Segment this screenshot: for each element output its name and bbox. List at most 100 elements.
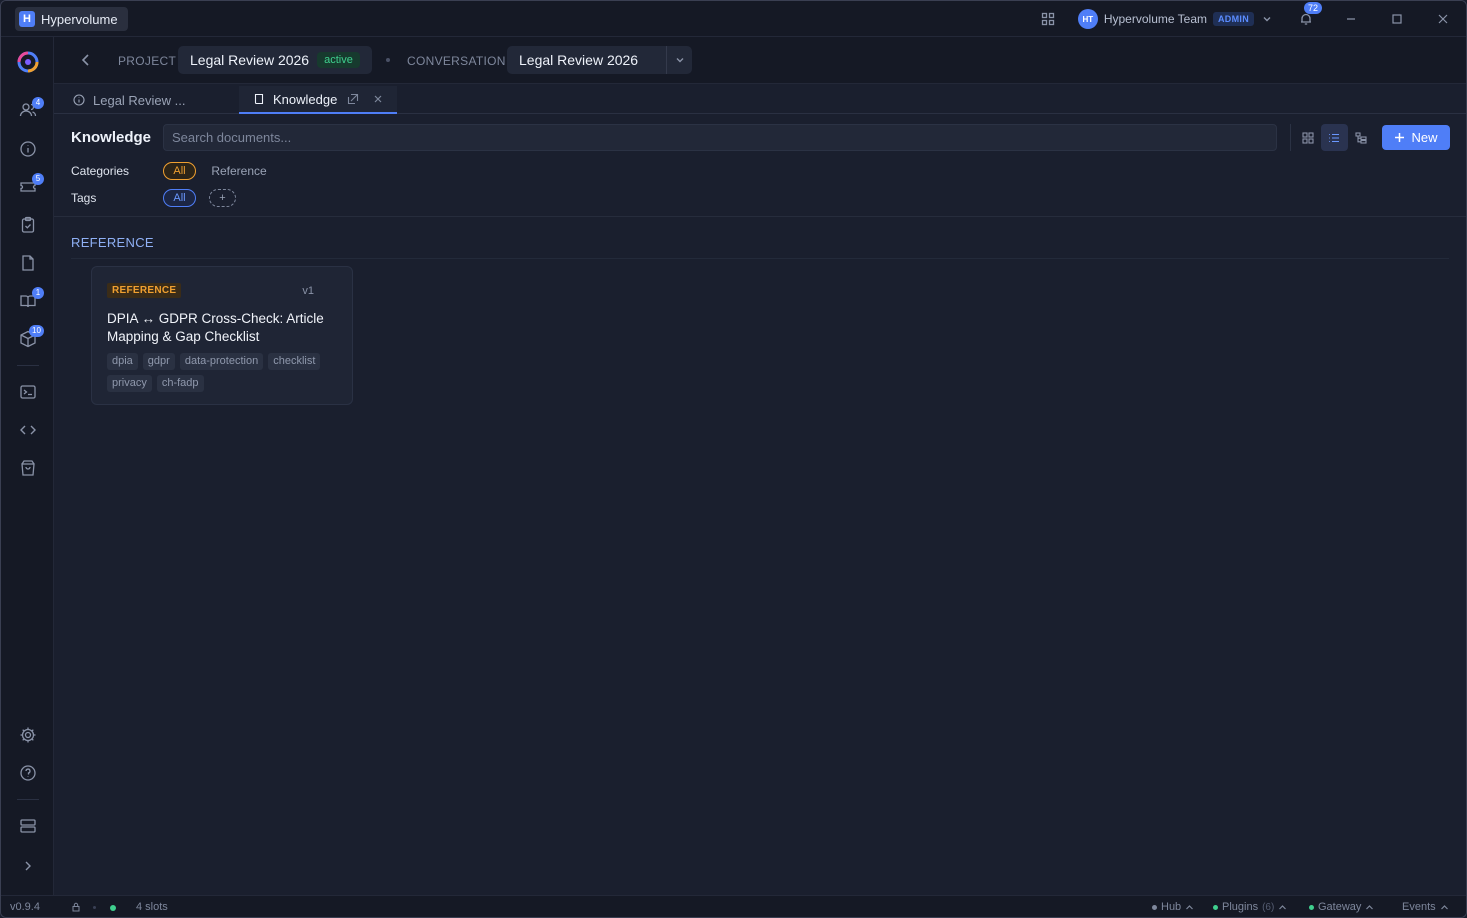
info-icon[interactable] xyxy=(16,137,40,161)
chevron-down-icon xyxy=(1260,9,1274,29)
status-badge: active xyxy=(317,52,360,68)
tree-view-icon[interactable] xyxy=(1348,124,1374,151)
connection-status-dot xyxy=(110,905,116,911)
events-label: Events xyxy=(1402,901,1436,913)
tag-filter-all[interactable]: All xyxy=(163,189,196,207)
category-filter-all[interactable]: All xyxy=(163,162,196,180)
plugins-status-button[interactable]: Plugins (6) xyxy=(1213,901,1287,913)
tab-label: Knowledge xyxy=(273,91,338,107)
role-badge: ADMIN xyxy=(1213,12,1254,26)
rail-divider xyxy=(17,799,39,800)
document-card[interactable]: REFERENCE v1 DPIA ↔ GDPR Cross-Check: Ar… xyxy=(91,266,353,405)
view-mode-switcher xyxy=(1290,124,1374,151)
title-bar: H Hypervolume HT Hypervolume Team ADMIN … xyxy=(1,1,1466,37)
conversation-name: Legal Review 2026 xyxy=(519,52,639,68)
tag[interactable]: data-protection xyxy=(179,353,264,370)
clipboard-check-icon[interactable] xyxy=(16,213,40,237)
version-label: v0.9.4 xyxy=(10,901,40,913)
tab-legal-review[interactable]: Legal Review ... xyxy=(62,86,239,114)
breadcrumb-separator xyxy=(386,58,390,62)
chevron-up-icon xyxy=(1440,903,1449,912)
notifications-button[interactable]: 72 xyxy=(1296,2,1323,29)
version-label: v1 xyxy=(302,285,314,297)
tag-list: dpia gdpr data-protection checklist priv… xyxy=(107,353,347,392)
back-arrow-icon[interactable] xyxy=(76,50,96,70)
breadcrumb: PROJECT Legal Review 2026 active CONVERS… xyxy=(54,37,1466,84)
events-button[interactable]: Events xyxy=(1402,901,1449,913)
hub-status-button[interactable]: Hub xyxy=(1152,901,1194,913)
pop-out-icon[interactable] xyxy=(347,93,359,105)
conversation-selector[interactable]: Legal Review 2026 xyxy=(507,46,693,74)
grid-view-icon[interactable] xyxy=(1295,124,1321,151)
gateway-label: Gateway xyxy=(1318,901,1362,913)
chevron-up-icon xyxy=(1365,903,1374,912)
app-window: H Hypervolume HT Hypervolume Team ADMIN … xyxy=(0,0,1467,918)
notification-count-badge: 72 xyxy=(1304,2,1323,14)
search-input[interactable] xyxy=(163,124,1277,151)
tag[interactable]: dpia xyxy=(107,353,138,370)
lock-icon[interactable] xyxy=(71,902,81,912)
settings-gear-icon[interactable] xyxy=(16,723,40,747)
close-window-button[interactable] xyxy=(1420,1,1466,37)
team-name: Hypervolume Team xyxy=(1103,12,1207,26)
project-name: Legal Review 2026 xyxy=(190,52,310,68)
category-filter-reference[interactable]: Reference xyxy=(211,162,267,180)
tag[interactable]: gdpr xyxy=(142,353,175,370)
project-selector[interactable]: Legal Review 2026 active xyxy=(178,46,372,74)
server-icon[interactable] xyxy=(16,814,40,838)
plugins-label: Plugins xyxy=(1222,901,1259,913)
conversation-label: CONVERSATION xyxy=(407,54,506,68)
close-tab-icon[interactable] xyxy=(373,94,383,104)
grid-apps-icon[interactable] xyxy=(1038,9,1058,29)
chevron-down-icon[interactable] xyxy=(666,46,692,74)
info-icon xyxy=(73,94,85,106)
plugins-count: (6) xyxy=(1262,901,1275,913)
expand-rail-icon[interactable] xyxy=(16,854,40,878)
help-icon[interactable] xyxy=(16,761,40,785)
app-switcher[interactable]: H Hypervolume xyxy=(15,7,128,31)
tab-label: Legal Review ... xyxy=(93,92,186,108)
tab-knowledge[interactable]: Knowledge xyxy=(239,86,397,114)
store-bag-icon[interactable] xyxy=(16,456,40,480)
book-icon xyxy=(253,93,265,105)
tag[interactable]: checklist xyxy=(268,353,321,370)
document-title: DPIA ↔ GDPR Cross-Check: Article Mapping… xyxy=(107,311,324,344)
knowledge-badge: 1 xyxy=(32,287,44,299)
team-selector[interactable]: HT Hypervolume Team ADMIN xyxy=(1077,9,1274,29)
packages-badge: 10 xyxy=(29,325,44,337)
category-badge: REFERENCE xyxy=(107,283,182,298)
code-icon[interactable] xyxy=(16,418,40,442)
project-label: PROJECT xyxy=(118,54,177,68)
categories-label: Categories xyxy=(71,164,130,178)
new-document-button[interactable]: New xyxy=(1382,125,1450,150)
tag[interactable]: ch-fadp xyxy=(156,375,204,392)
page-title: Knowledge xyxy=(71,129,152,146)
hub-label: Hub xyxy=(1161,901,1182,913)
separator-dot xyxy=(93,906,96,909)
chevron-up-icon xyxy=(1278,903,1287,912)
maximize-button[interactable] xyxy=(1374,1,1420,37)
terminal-icon[interactable] xyxy=(16,380,40,404)
document-icon[interactable] xyxy=(16,251,40,275)
left-rail: 4 5 1 10 xyxy=(1,37,54,895)
members-badge: 4 xyxy=(32,97,44,109)
avatar: HT xyxy=(1077,9,1098,29)
status-bar: v0.9.4 4 slots Hub Plugins (6) Gateway E… xyxy=(1,895,1466,917)
section-heading: REFERENCE xyxy=(71,235,154,250)
hub-status-dot xyxy=(1152,904,1157,910)
tab-strip: Legal Review ... Knowledge xyxy=(54,84,1466,114)
tag[interactable]: privacy xyxy=(107,375,152,392)
add-tag-button[interactable]: + xyxy=(209,189,236,207)
tags-label: Tags xyxy=(71,191,97,205)
gateway-status-dot xyxy=(1309,904,1314,910)
gateway-status-button[interactable]: Gateway xyxy=(1309,901,1374,913)
app-logo: H xyxy=(19,11,35,27)
tickets-badge: 5 xyxy=(32,173,44,185)
list-view-icon[interactable] xyxy=(1321,124,1348,151)
brand-logo-icon[interactable] xyxy=(14,48,42,76)
new-button-label: New xyxy=(1411,130,1438,145)
minimize-button[interactable] xyxy=(1328,1,1374,37)
plugins-status-dot xyxy=(1213,904,1218,910)
chevron-up-icon xyxy=(1185,903,1194,912)
plus-icon xyxy=(1394,132,1405,143)
